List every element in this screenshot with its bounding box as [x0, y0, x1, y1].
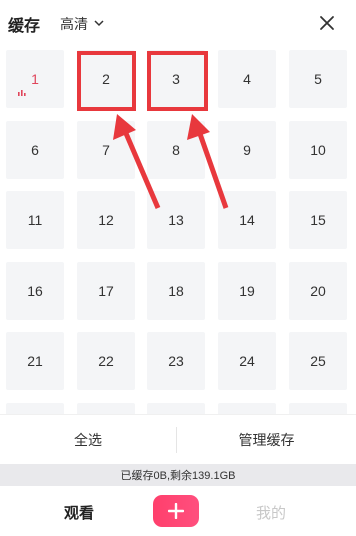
episode-cell-17[interactable]: 17 — [77, 262, 135, 320]
episode-cell[interactable] — [289, 403, 347, 414]
episode-grid: 1 2 3 4 5 6 7 8 9 10 11 12 13 14 15 16 17 18 19 20 21 22 23 24 2… — [0, 46, 356, 414]
episode-cell-15[interactable]: 15 — [289, 191, 347, 249]
episode-cell-4[interactable]: 4 — [218, 50, 276, 108]
manage-cache-button[interactable]: 管理缓存 — [177, 415, 356, 465]
select-all-button[interactable]: 全选 — [0, 415, 176, 465]
storage-status: 已缓存0B,剩余139.1GB — [0, 464, 356, 486]
episode-cell-8[interactable]: 8 — [147, 121, 205, 179]
episode-cell-25[interactable]: 25 — [289, 332, 347, 390]
now-playing-icon — [18, 90, 26, 96]
episode-cell-9[interactable]: 9 — [218, 121, 276, 179]
episode-cell-18[interactable]: 18 — [147, 262, 205, 320]
episode-cell[interactable] — [218, 403, 276, 414]
episode-cell-2[interactable]: 2 — [77, 50, 135, 108]
episode-cell-10[interactable]: 10 — [289, 121, 347, 179]
episode-cell-7[interactable]: 7 — [77, 121, 135, 179]
episode-cell-13[interactable]: 13 — [147, 191, 205, 249]
episode-cell[interactable] — [147, 403, 205, 414]
plus-icon — [168, 503, 184, 519]
add-button[interactable] — [153, 495, 199, 527]
episode-cell-11[interactable]: 11 — [6, 191, 64, 249]
episode-cell-14[interactable]: 14 — [218, 191, 276, 249]
chevron-down-icon — [94, 19, 104, 26]
episode-cell-12[interactable]: 12 — [77, 191, 135, 249]
episode-cell-21[interactable]: 21 — [6, 332, 64, 390]
page-title: 缓存 — [8, 18, 41, 35]
header-bar: 缓存 高清 — [0, 0, 356, 46]
episode-cell-5[interactable]: 5 — [289, 50, 347, 108]
tab-mine[interactable]: 我的 — [256, 502, 286, 523]
episode-cell-6[interactable]: 6 — [6, 121, 64, 179]
episode-cell-22[interactable]: 22 — [77, 332, 135, 390]
episode-cell-3[interactable]: 3 — [147, 50, 205, 108]
episode-cell[interactable] — [6, 403, 64, 414]
episode-cell-1[interactable]: 1 — [6, 50, 64, 108]
action-bar: 全选 管理缓存 — [0, 414, 356, 464]
episode-cell-19[interactable]: 19 — [218, 262, 276, 320]
quality-selector[interactable]: 高清 — [60, 14, 104, 34]
episode-cell-20[interactable]: 20 — [289, 262, 347, 320]
tab-watch[interactable]: 观看 — [64, 502, 94, 523]
episode-cell-24[interactable]: 24 — [218, 332, 276, 390]
bottom-nav: 观看 我的 — [0, 486, 356, 536]
episode-cell-23[interactable]: 23 — [147, 332, 205, 390]
quality-label: 高清 — [60, 16, 88, 32]
close-icon[interactable] — [316, 12, 338, 34]
episode-cell-16[interactable]: 16 — [6, 262, 64, 320]
episode-cell[interactable] — [77, 403, 135, 414]
